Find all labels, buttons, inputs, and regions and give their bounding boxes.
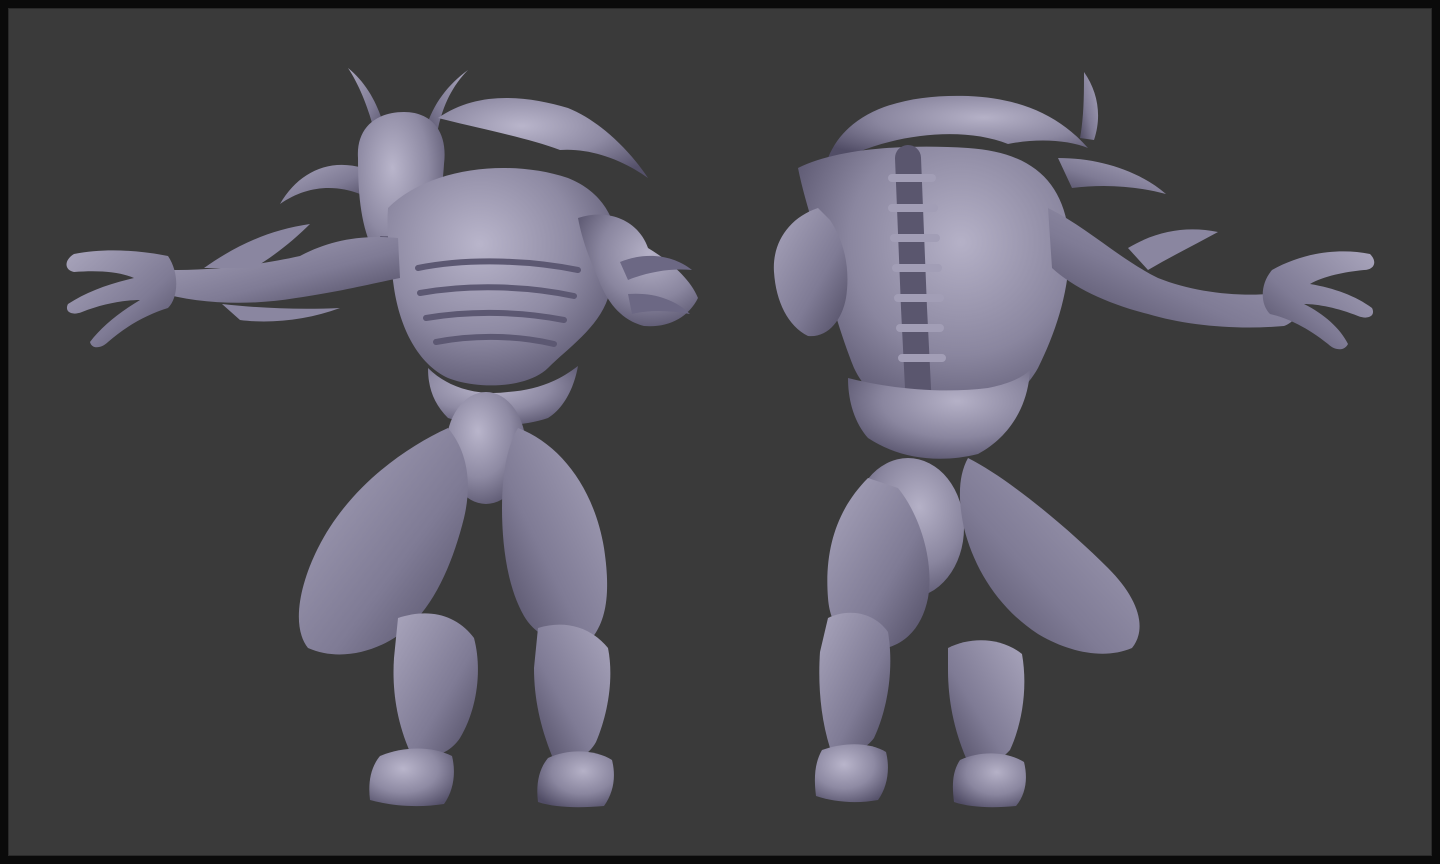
back-spike-top: [1080, 72, 1099, 140]
sculpt-render: [66, 68, 1375, 808]
front-view: [66, 68, 698, 808]
back-hoof-left: [814, 744, 888, 803]
front-shin-right: [534, 624, 611, 760]
front-shoulder-spikes: [438, 97, 648, 178]
back-vertebrae: [888, 174, 946, 362]
back-view: [773, 72, 1375, 808]
front-hoof-right: [537, 751, 614, 808]
back-shin-right: [948, 640, 1025, 763]
back-thigh-right: [959, 458, 1140, 654]
back-hand-right: [1262, 251, 1375, 350]
back-shin-left: [819, 612, 891, 753]
back-forearm-fin: [1128, 229, 1218, 270]
front-thigh-right: [502, 428, 608, 644]
viewport-frame: [0, 0, 1440, 864]
front-shin-left: [393, 613, 478, 756]
front-horn-curl-left: [280, 164, 363, 204]
front-hoof-left: [369, 748, 454, 807]
back-horn-right: [1058, 158, 1166, 194]
front-torso: [387, 168, 618, 386]
front-hand-left: [66, 250, 177, 348]
back-spine: [895, 145, 933, 441]
back-arm-right: [1048, 208, 1299, 328]
back-hoof-right: [952, 753, 1026, 808]
